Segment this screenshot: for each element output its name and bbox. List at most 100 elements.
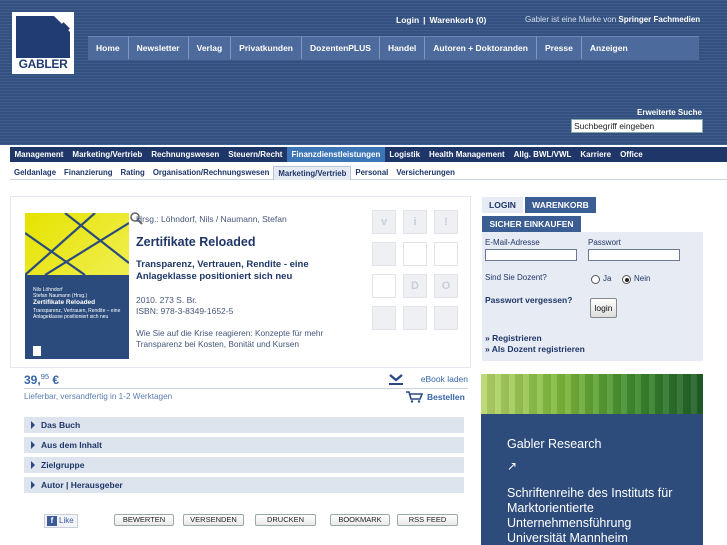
- accordion-item-zielgruppe[interactable]: Zielgruppe: [24, 457, 464, 473]
- register-link[interactable]: » Registrieren: [485, 333, 542, 343]
- subnav-item-personal[interactable]: Personal: [351, 166, 392, 180]
- price: 39,95 €: [24, 372, 60, 387]
- document-icon[interactable]: [403, 306, 427, 330]
- chevron-right-icon: [31, 441, 35, 449]
- price-row: 39,95 € eBook laden: [24, 372, 468, 389]
- download-o-icon[interactable]: O: [434, 274, 458, 298]
- info-icon[interactable]: i: [403, 210, 427, 234]
- topnav-item-anzeigen[interactable]: Anzeigen: [582, 37, 636, 59]
- catnav-item-health-management[interactable]: Health Management: [425, 147, 510, 162]
- accordion-label: Zielgruppe: [41, 460, 85, 470]
- bar-chart-icon[interactable]: [372, 306, 396, 330]
- facebook-icon: f: [47, 515, 57, 526]
- register-lecturer-link[interactable]: » Als Dozent registrieren: [485, 344, 585, 354]
- bookmark-button[interactable]: BOOKMARK: [330, 514, 390, 526]
- catnav-item-office[interactable]: Office: [616, 147, 648, 162]
- preview-eye-icon[interactable]: [403, 242, 427, 266]
- order-link[interactable]: Bestellen: [427, 392, 465, 402]
- top-navigation: Home Newsletter Verlag Privatkunden Dozenten…: [88, 36, 699, 60]
- topnav-item-home[interactable]: Home: [88, 37, 129, 59]
- search-input[interactable]: [571, 119, 703, 133]
- tab-secure-shopping[interactable]: SICHER EINKAUFEN: [482, 216, 581, 232]
- promo-banner[interactable]: Gabler Research ↗ Schriftenreihe des Ins…: [481, 374, 703, 545]
- category-navigation: Management Marketing/Vertrieb Rechnungswes…: [10, 147, 727, 162]
- lecturer-no-radio[interactable]: [622, 275, 631, 284]
- login-link[interactable]: Login: [396, 15, 419, 25]
- book-subtitle: Transparenz, Vertrauen, Rendite - eine A…: [136, 259, 309, 282]
- versenden-button[interactable]: VERSENDEN: [183, 514, 244, 526]
- facebook-like-button[interactable]: f Like: [44, 514, 78, 528]
- topnav-item-dozentenplus[interactable]: DozentenPLUS: [302, 37, 380, 59]
- blank-icon[interactable]: [434, 306, 458, 330]
- site-header: GABLER Login | Warenkorb (0) Gabler ist ei…: [0, 0, 727, 145]
- delivery-status: Lieferbar, versandfertig in 1-2 Werktage…: [24, 392, 173, 401]
- rss-feed-button[interactable]: RSS FEED: [397, 514, 458, 526]
- chevron-right-icon: [31, 481, 35, 489]
- book-description: Wie Sie auf die Krise reagieren: Konzept…: [136, 328, 324, 349]
- subnav-item-versicherungen[interactable]: Versicherungen: [392, 166, 459, 180]
- catnav-item-marketing-vertrieb[interactable]: Marketing/Vertrieb: [68, 147, 147, 162]
- lecturer-yes-label: Ja: [603, 274, 612, 283]
- promo-text: Schriftenreihe des Instituts für Marktor…: [507, 486, 673, 545]
- book-editors: Hrsg.: Löhndorf, Nils / Naumann, Stefan: [136, 214, 287, 224]
- forgot-password-link[interactable]: Passwort vergessen?: [485, 295, 572, 305]
- topnav-item-verlag[interactable]: Verlag: [189, 37, 232, 59]
- download-icon[interactable]: [388, 373, 404, 385]
- brand-prefix: Gabler ist eine Marke von: [525, 15, 617, 24]
- tab-login[interactable]: LOGIN: [482, 197, 523, 213]
- password-field[interactable]: [588, 249, 680, 261]
- cart-link[interactable]: Warenkorb (0): [430, 15, 487, 25]
- cover-title: Zertifikate Reloaded: [33, 299, 96, 306]
- share-row: f Like BEWERTEN VERSENDEN DRUCKEN BOOKMARK RS…: [44, 513, 464, 529]
- subnav-item-rating[interactable]: Rating: [117, 166, 149, 180]
- drucken-button[interactable]: DRUCKEN: [255, 514, 316, 526]
- accordion-item-autor-herausgeber[interactable]: Autor | Herausgeber: [24, 477, 464, 493]
- catnav-item-logistik[interactable]: Logistik: [385, 147, 425, 162]
- cover-subtitle: Transparenz, Vertrauen, Rendite – eine A…: [33, 308, 121, 320]
- tab-cart[interactable]: WARENKORB: [525, 197, 596, 213]
- brand-name[interactable]: Springer Fachmedien: [618, 15, 700, 24]
- lecturer-no-label: Nein: [634, 274, 651, 283]
- accordion-item-aus-dem-inhalt[interactable]: Aus dem Inhalt: [24, 437, 464, 453]
- subnav-item-organisation-rechnungswesen[interactable]: Organisation/Rechnungswesen: [149, 166, 274, 180]
- catnav-item-karriere[interactable]: Karriere: [576, 147, 616, 162]
- alert-icon[interactable]: !: [434, 210, 458, 234]
- advanced-search-link[interactable]: Erweiterte Suche: [637, 108, 702, 117]
- topnav-item-newsletter[interactable]: Newsletter: [129, 37, 189, 59]
- topnav-item-presse[interactable]: Presse: [537, 37, 582, 59]
- subnav-item-finanzierung[interactable]: Finanzierung: [60, 166, 117, 180]
- topnav-item-privatkunden[interactable]: Privatkunden: [231, 37, 303, 59]
- catnav-item-steuern-recht[interactable]: Steuern/Recht: [224, 147, 287, 162]
- print-icon[interactable]: [372, 242, 396, 266]
- sub-navigation: Geldanlage Finanzierung Rating Organisation…: [10, 166, 727, 180]
- login-box: E-Mail-Adresse Passwort Sind Sie Dozent?…: [482, 232, 703, 361]
- catnav-item-management[interactable]: Management: [10, 147, 68, 162]
- lecturer-yes-radio[interactable]: [591, 275, 600, 284]
- promo-title: Gabler Research: [507, 437, 602, 451]
- catnav-item-allg-bwl-vwl[interactable]: Allg. BWL/VWL: [509, 147, 576, 162]
- subnav-item-geldanlage[interactable]: Geldanlage: [10, 166, 60, 180]
- ebook-icon[interactable]: [434, 242, 458, 266]
- book-meta: 2010. 273 S. Br. ISBN: 978-3-8349-1652-5: [136, 295, 233, 317]
- topnav-item-autoren-doktoranden[interactable]: Autoren + Doktoranden: [425, 37, 537, 59]
- pdf-icon[interactable]: [372, 274, 396, 298]
- gabler-logo[interactable]: GABLER: [12, 12, 74, 74]
- download-d-icon[interactable]: D: [403, 274, 427, 298]
- catnav-item-rechnungswesen[interactable]: Rechnungswesen: [147, 147, 224, 162]
- bewerten-button[interactable]: BEWERTEN: [114, 514, 174, 526]
- view-icon[interactable]: v: [372, 210, 396, 234]
- book-cover[interactable]: Nils Löhndorf Stefan Naumann (Hrsg.) Zer…: [25, 213, 129, 359]
- email-field[interactable]: [485, 249, 577, 261]
- chevron-right-icon: [31, 421, 35, 429]
- cover-authors: Nils Löhndorf Stefan Naumann (Hrsg.): [33, 287, 88, 299]
- topnav-item-handel[interactable]: Handel: [380, 37, 426, 59]
- subnav-item-marketing-vertrieb[interactable]: Marketing/Vertrieb: [273, 166, 352, 180]
- ebook-download-link[interactable]: eBook laden: [421, 374, 468, 384]
- cart-icon[interactable]: [405, 391, 423, 403]
- login-button[interactable]: login: [590, 298, 617, 318]
- accordion-item-das-buch[interactable]: Das Buch: [24, 417, 464, 433]
- arrow-icon: ↗: [507, 459, 518, 473]
- catnav-item-finanzdienstleistungen[interactable]: Finanzdienstleistungen: [286, 147, 385, 162]
- product-box: Nils Löhndorf Stefan Naumann (Hrsg.) Zer…: [10, 196, 471, 368]
- accordion-label: Das Buch: [41, 420, 81, 430]
